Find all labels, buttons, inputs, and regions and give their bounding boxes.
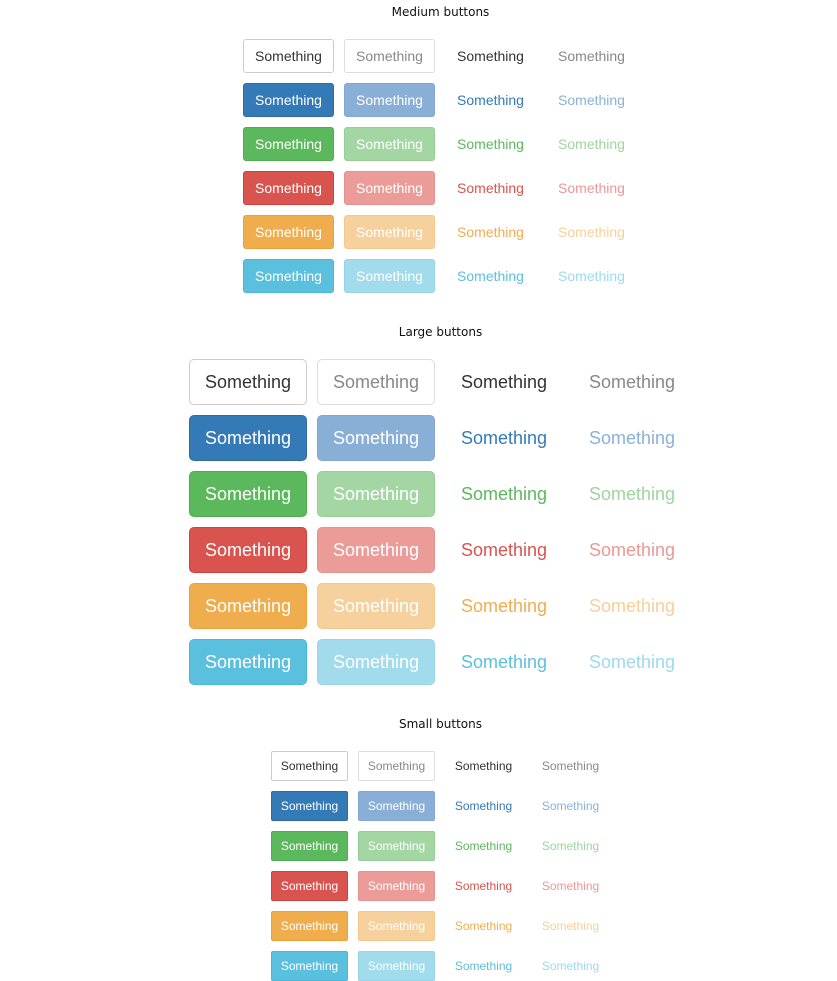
medium-buttons-grid: Something Something Something Something Some… bbox=[243, 39, 637, 293]
large-info-faded-button[interactable]: Something bbox=[317, 639, 435, 685]
large-danger-link-button[interactable]: Something bbox=[445, 527, 563, 573]
medium-success-faded-button[interactable]: Something bbox=[344, 127, 435, 161]
small-success-faded-button[interactable]: Something bbox=[358, 831, 435, 861]
large-danger-faded-button[interactable]: Something bbox=[317, 527, 435, 573]
large-primary-faded-button[interactable]: Something bbox=[317, 415, 435, 461]
large-success-faded-button[interactable]: Something bbox=[317, 471, 435, 517]
small-warning-solid-button[interactable]: Something bbox=[271, 911, 348, 941]
medium-default-link-button[interactable]: Something bbox=[445, 39, 536, 73]
medium-danger-solid-button[interactable]: Something bbox=[243, 171, 334, 205]
medium-warning-link-button[interactable]: Something bbox=[445, 215, 536, 249]
medium-info-faded-link-button[interactable]: Something bbox=[546, 259, 637, 293]
medium-default-faded-link-button[interactable]: Something bbox=[546, 39, 637, 73]
large-buttons-grid: Something Something Something Something Some… bbox=[189, 359, 691, 685]
large-default-faded-button[interactable]: Something bbox=[317, 359, 435, 405]
medium-primary-faded-button[interactable]: Something bbox=[344, 83, 435, 117]
small-primary-link-button[interactable]: Something bbox=[445, 791, 522, 821]
large-warning-faded-link-button[interactable]: Something bbox=[573, 583, 691, 629]
medium-warning-solid-button[interactable]: Something bbox=[243, 215, 334, 249]
medium-default-faded-button[interactable]: Something bbox=[344, 39, 435, 73]
small-primary-solid-button[interactable]: Something bbox=[271, 791, 348, 821]
large-warning-link-button[interactable]: Something bbox=[445, 583, 563, 629]
large-info-link-button[interactable]: Something bbox=[445, 639, 563, 685]
large-success-link-button[interactable]: Something bbox=[445, 471, 563, 517]
medium-danger-faded-button[interactable]: Something bbox=[344, 171, 435, 205]
small-default-faded-button[interactable]: Something bbox=[358, 751, 435, 781]
medium-warning-faded-button[interactable]: Something bbox=[344, 215, 435, 249]
medium-danger-faded-link-button[interactable]: Something bbox=[546, 171, 637, 205]
medium-primary-link-button[interactable]: Something bbox=[445, 83, 536, 117]
small-info-faded-button[interactable]: Something bbox=[358, 951, 435, 981]
large-default-link-button[interactable]: Something bbox=[445, 359, 563, 405]
medium-info-link-button[interactable]: Something bbox=[445, 259, 536, 293]
small-success-solid-button[interactable]: Something bbox=[271, 831, 348, 861]
small-danger-solid-button[interactable]: Something bbox=[271, 871, 348, 901]
large-buttons-title: Large buttons bbox=[398, 325, 483, 339]
medium-info-faded-button[interactable]: Something bbox=[344, 259, 435, 293]
medium-danger-link-button[interactable]: Something bbox=[445, 171, 536, 205]
small-warning-link-button[interactable]: Something bbox=[445, 911, 522, 941]
large-warning-solid-button[interactable]: Something bbox=[189, 583, 307, 629]
medium-warning-faded-link-button[interactable]: Something bbox=[546, 215, 637, 249]
medium-success-faded-link-button[interactable]: Something bbox=[546, 127, 637, 161]
small-info-solid-button[interactable]: Something bbox=[271, 951, 348, 981]
small-danger-faded-link-button[interactable]: Something bbox=[532, 871, 609, 901]
small-danger-link-button[interactable]: Something bbox=[445, 871, 522, 901]
small-info-link-button[interactable]: Something bbox=[445, 951, 522, 981]
small-danger-faded-button[interactable]: Something bbox=[358, 871, 435, 901]
large-info-solid-button[interactable]: Something bbox=[189, 639, 307, 685]
small-warning-faded-link-button[interactable]: Something bbox=[532, 911, 609, 941]
small-primary-faded-button[interactable]: Something bbox=[358, 791, 435, 821]
large-danger-faded-link-button[interactable]: Something bbox=[573, 527, 691, 573]
medium-success-link-button[interactable]: Something bbox=[445, 127, 536, 161]
large-primary-faded-link-button[interactable]: Something bbox=[573, 415, 691, 461]
large-default-solid-button[interactable]: Something bbox=[189, 359, 307, 405]
large-success-faded-link-button[interactable]: Something bbox=[573, 471, 691, 517]
small-info-faded-link-button[interactable]: Something bbox=[532, 951, 609, 981]
small-buttons-grid: Something Something Something Something Some… bbox=[271, 751, 609, 981]
small-success-faded-link-button[interactable]: Something bbox=[532, 831, 609, 861]
medium-primary-faded-link-button[interactable]: Something bbox=[546, 83, 637, 117]
small-primary-faded-link-button[interactable]: Something bbox=[532, 791, 609, 821]
medium-success-solid-button[interactable]: Something bbox=[243, 127, 334, 161]
large-danger-solid-button[interactable]: Something bbox=[189, 527, 307, 573]
large-success-solid-button[interactable]: Something bbox=[189, 471, 307, 517]
small-default-faded-link-button[interactable]: Something bbox=[532, 751, 609, 781]
large-info-faded-link-button[interactable]: Something bbox=[573, 639, 691, 685]
small-success-link-button[interactable]: Something bbox=[445, 831, 522, 861]
medium-info-solid-button[interactable]: Something bbox=[243, 259, 334, 293]
large-primary-link-button[interactable]: Something bbox=[445, 415, 563, 461]
medium-primary-solid-button[interactable]: Something bbox=[243, 83, 334, 117]
medium-buttons-title: Medium buttons bbox=[391, 5, 490, 19]
large-primary-solid-button[interactable]: Something bbox=[189, 415, 307, 461]
small-buttons-title: Small buttons bbox=[399, 717, 482, 731]
small-default-solid-button[interactable]: Something bbox=[271, 751, 348, 781]
medium-default-solid-button[interactable]: Something bbox=[243, 39, 334, 73]
small-default-link-button[interactable]: Something bbox=[445, 751, 522, 781]
large-default-faded-link-button[interactable]: Something bbox=[573, 359, 691, 405]
small-warning-faded-button[interactable]: Something bbox=[358, 911, 435, 941]
large-warning-faded-button[interactable]: Something bbox=[317, 583, 435, 629]
